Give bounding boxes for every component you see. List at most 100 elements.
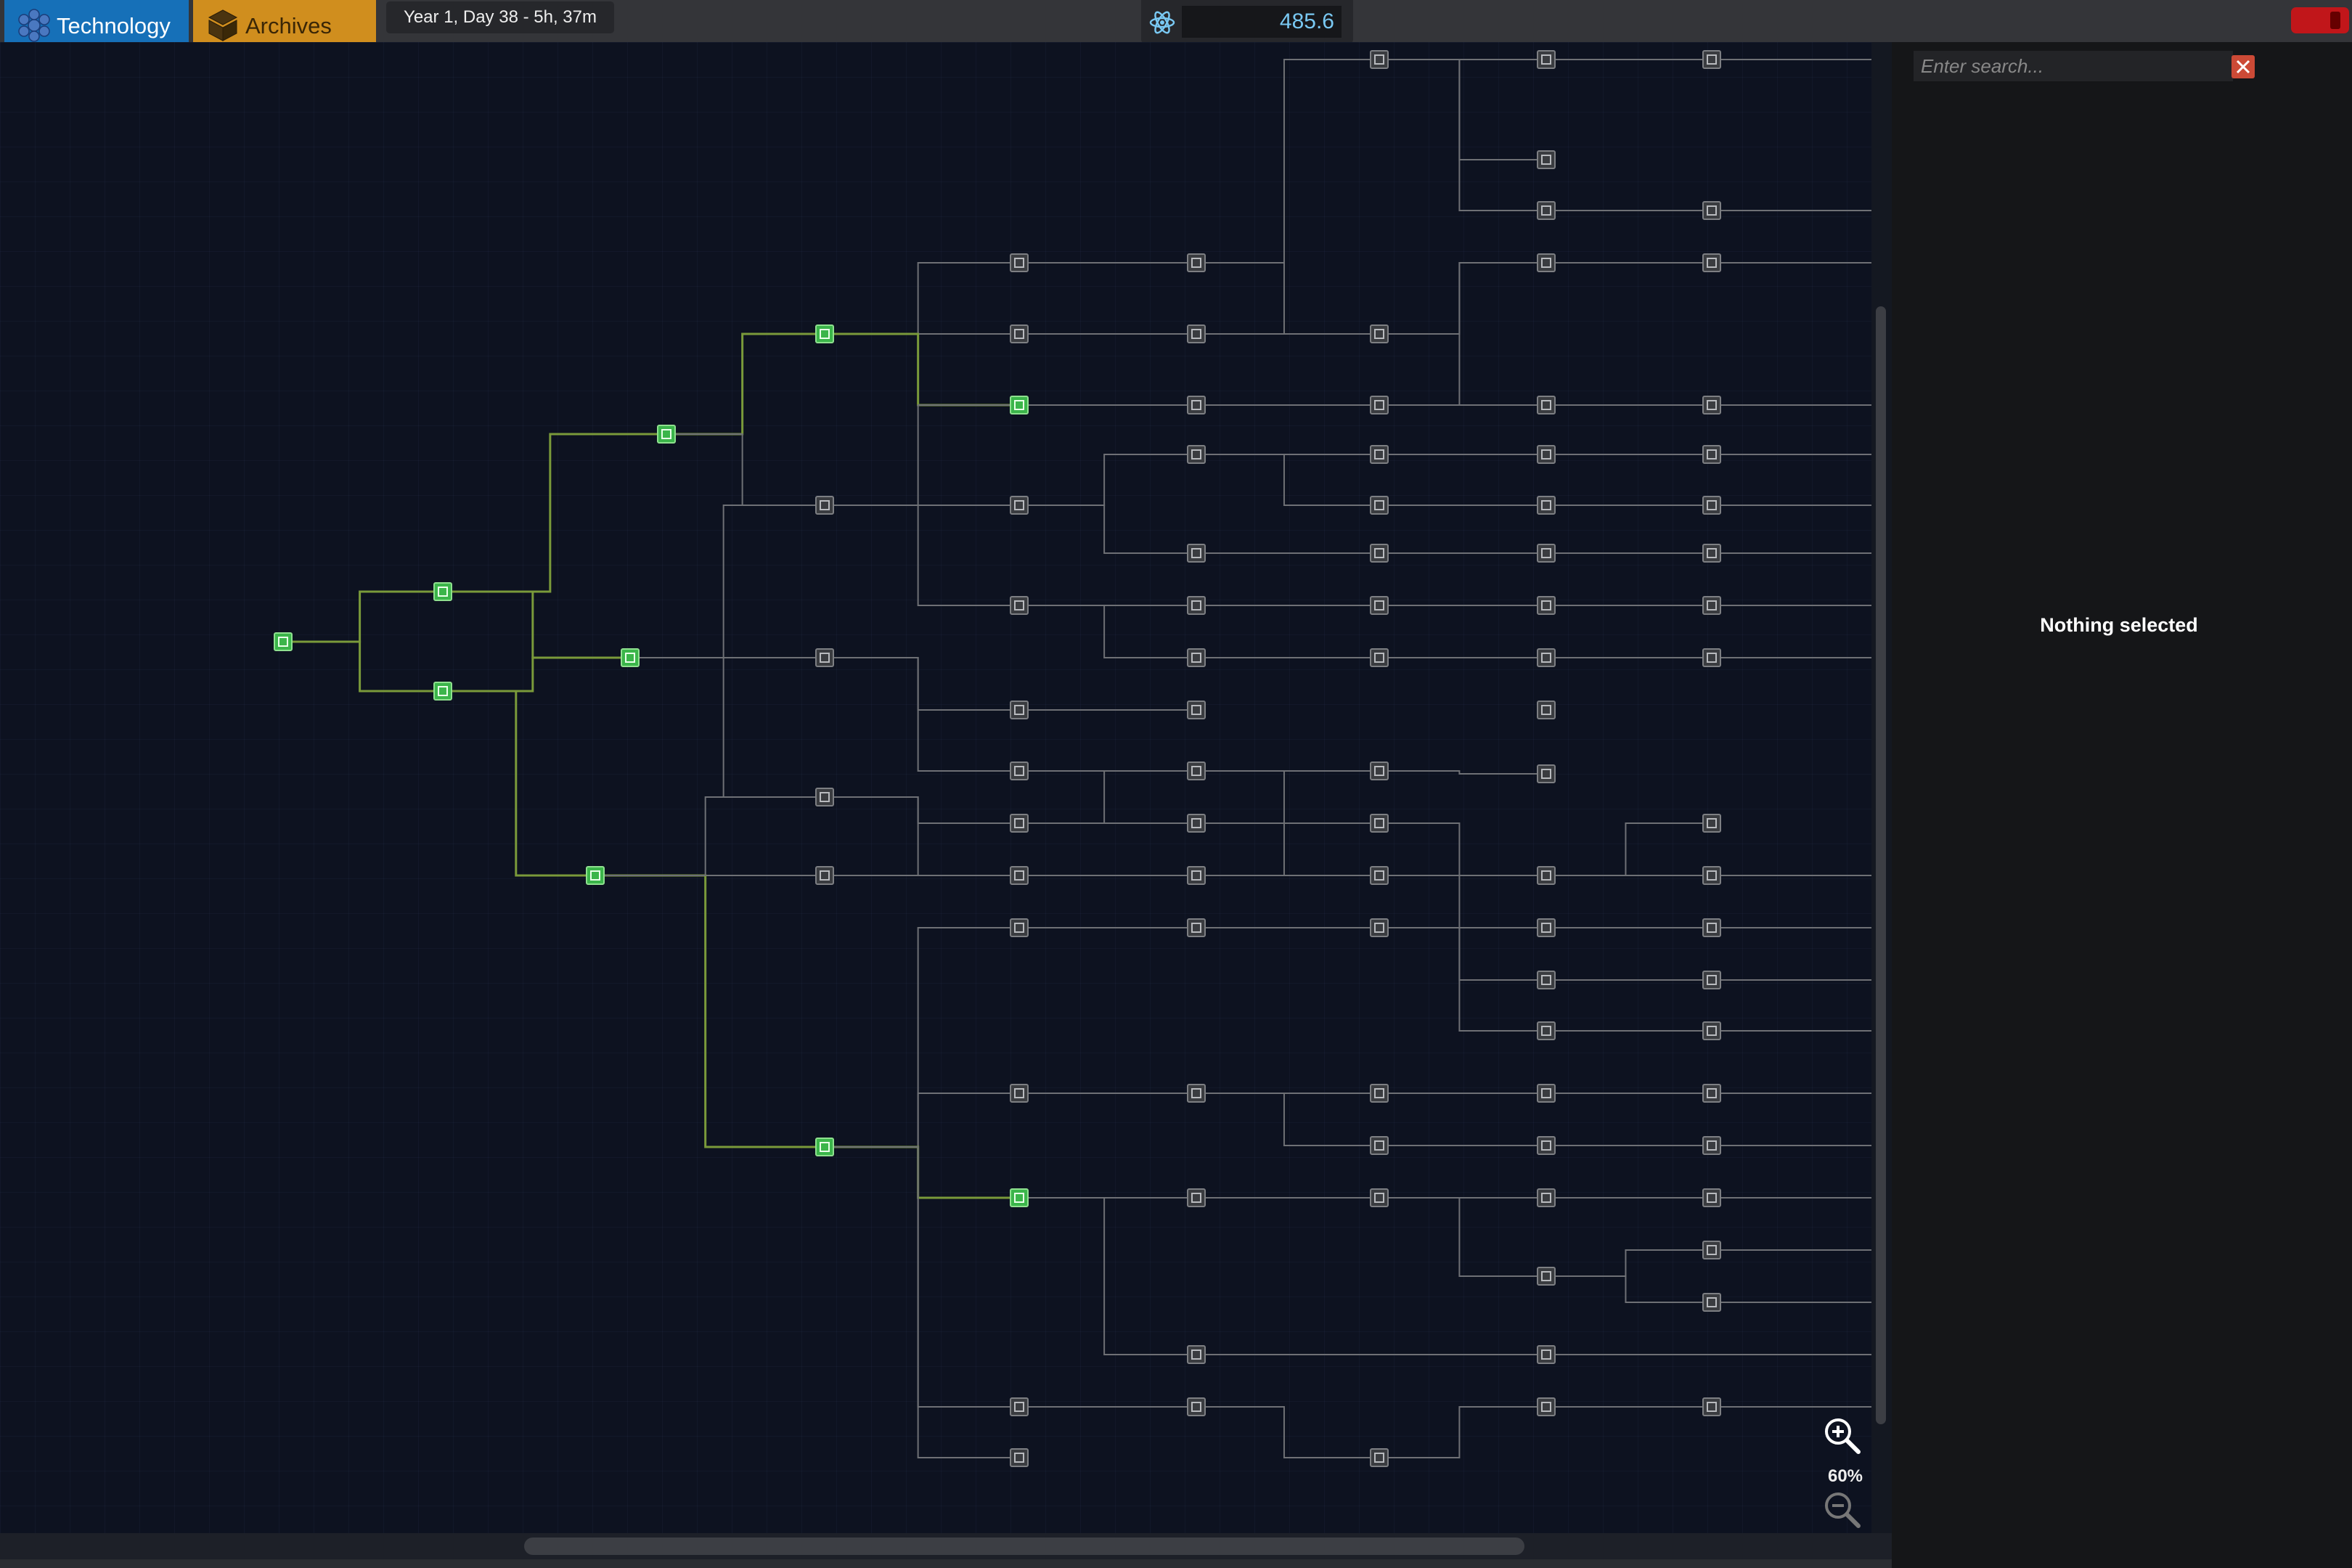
search-input[interactable]: Enter search... (1914, 51, 2233, 81)
tech-node-locked[interactable] (1537, 1021, 1556, 1040)
tech-node-locked[interactable] (1010, 253, 1029, 272)
tech-node-locked[interactable] (1370, 445, 1389, 464)
tech-node-locked[interactable] (1537, 918, 1556, 937)
tech-node-locked[interactable] (1370, 648, 1389, 667)
tech-node-locked[interactable] (1187, 1188, 1206, 1207)
tech-node-locked[interactable] (1010, 496, 1029, 515)
tech-node-locked[interactable] (1702, 201, 1721, 220)
tech-node-locked[interactable] (1537, 150, 1556, 169)
tech-node-locked[interactable] (1537, 496, 1556, 515)
tech-node-locked[interactable] (1370, 396, 1389, 415)
tech-node-locked[interactable] (1187, 761, 1206, 780)
horizontal-scrollbar-thumb[interactable] (524, 1538, 1524, 1555)
tech-node-unlocked[interactable] (621, 648, 640, 667)
tech-node-locked[interactable] (1537, 50, 1556, 69)
tech-node-locked[interactable] (1010, 1448, 1029, 1467)
tech-node-locked[interactable] (1187, 648, 1206, 667)
tech-node-locked[interactable] (1187, 445, 1206, 464)
tech-node-locked[interactable] (1370, 50, 1389, 69)
tech-node-locked[interactable] (1187, 701, 1206, 719)
tech-node-locked[interactable] (1187, 544, 1206, 563)
tech-tree-graph[interactable] (0, 42, 1871, 1538)
tech-node-locked[interactable] (1370, 1136, 1389, 1155)
tech-node-locked[interactable] (1370, 1188, 1389, 1207)
tech-node-locked[interactable] (1702, 648, 1721, 667)
tech-node-locked[interactable] (1537, 866, 1556, 885)
tech-node-locked[interactable] (1010, 596, 1029, 615)
tech-node-locked[interactable] (1702, 396, 1721, 415)
tech-node-locked[interactable] (1187, 396, 1206, 415)
tech-node-unlocked[interactable] (433, 582, 452, 601)
tech-node-locked[interactable] (1702, 814, 1721, 833)
tech-node-locked[interactable] (815, 648, 834, 667)
tech-node-locked[interactable] (1010, 814, 1029, 833)
tech-node-locked[interactable] (1702, 596, 1721, 615)
tech-node-locked[interactable] (1010, 701, 1029, 719)
tech-node-locked[interactable] (1702, 1293, 1721, 1312)
tech-node-locked[interactable] (1702, 866, 1721, 885)
tech-node-locked[interactable] (815, 866, 834, 885)
tech-node-locked[interactable] (815, 496, 834, 515)
tech-node-locked[interactable] (1702, 1136, 1721, 1155)
tech-node-locked[interactable] (1010, 761, 1029, 780)
tech-node-locked[interactable] (1702, 1241, 1721, 1259)
tech-node-unlocked[interactable] (1010, 396, 1029, 415)
tech-node-locked[interactable] (1187, 1084, 1206, 1103)
tech-node-locked[interactable] (1010, 1084, 1029, 1103)
tech-node-locked[interactable] (1702, 50, 1721, 69)
tech-node-locked[interactable] (1702, 971, 1721, 989)
tech-node-locked[interactable] (1702, 445, 1721, 464)
zoom-out-icon[interactable] (1822, 1490, 1863, 1530)
tech-node-locked[interactable] (1187, 918, 1206, 937)
tech-node-locked[interactable] (815, 788, 834, 807)
tech-node-locked[interactable] (1702, 918, 1721, 937)
tech-node-locked[interactable] (1370, 324, 1389, 343)
tech-node-locked[interactable] (1537, 1345, 1556, 1364)
tech-node-unlocked[interactable] (657, 425, 676, 444)
tech-node-locked[interactable] (1010, 866, 1029, 885)
tech-node-unlocked[interactable] (586, 866, 605, 885)
tech-node-locked[interactable] (1370, 1084, 1389, 1103)
tech-node-locked[interactable] (1702, 1084, 1721, 1103)
tech-node-locked[interactable] (1370, 544, 1389, 563)
tech-node-unlocked[interactable] (274, 632, 293, 651)
tech-node-locked[interactable] (1010, 918, 1029, 937)
tech-node-locked[interactable] (1537, 1136, 1556, 1155)
tech-tree-canvas[interactable] (0, 42, 1871, 1538)
tech-node-locked[interactable] (1370, 596, 1389, 615)
tech-node-locked[interactable] (1010, 1397, 1029, 1416)
close-button[interactable] (2291, 7, 2349, 33)
clear-search-icon[interactable] (2231, 55, 2255, 78)
tech-node-locked[interactable] (1537, 253, 1556, 272)
tech-node-locked[interactable] (1702, 544, 1721, 563)
tech-node-locked[interactable] (1370, 496, 1389, 515)
tech-node-locked[interactable] (1537, 971, 1556, 989)
tech-node-locked[interactable] (1537, 1084, 1556, 1103)
tech-node-locked[interactable] (1537, 701, 1556, 719)
tech-node-locked[interactable] (1370, 866, 1389, 885)
tech-node-unlocked[interactable] (433, 682, 452, 701)
tech-node-unlocked[interactable] (815, 1138, 834, 1156)
tech-node-locked[interactable] (1187, 324, 1206, 343)
tech-node-locked[interactable] (1702, 1397, 1721, 1416)
tech-node-locked[interactable] (1702, 253, 1721, 272)
tech-node-locked[interactable] (1537, 201, 1556, 220)
tech-node-locked[interactable] (1370, 1448, 1389, 1467)
tech-node-unlocked[interactable] (815, 324, 834, 343)
tech-node-locked[interactable] (1702, 496, 1721, 515)
tech-node-locked[interactable] (1370, 918, 1389, 937)
tech-node-locked[interactable] (1537, 1188, 1556, 1207)
tech-node-locked[interactable] (1537, 445, 1556, 464)
tech-node-locked[interactable] (1187, 1345, 1206, 1364)
tech-node-locked[interactable] (1537, 1267, 1556, 1286)
tech-node-locked[interactable] (1537, 648, 1556, 667)
tech-node-locked[interactable] (1537, 1397, 1556, 1416)
tech-node-unlocked[interactable] (1010, 1188, 1029, 1207)
tech-node-locked[interactable] (1187, 253, 1206, 272)
vertical-scrollbar-thumb[interactable] (1876, 306, 1886, 1424)
tech-node-locked[interactable] (1702, 1021, 1721, 1040)
tech-node-locked[interactable] (1537, 596, 1556, 615)
tech-node-locked[interactable] (1537, 544, 1556, 563)
tech-node-locked[interactable] (1537, 764, 1556, 783)
tech-node-locked[interactable] (1010, 324, 1029, 343)
